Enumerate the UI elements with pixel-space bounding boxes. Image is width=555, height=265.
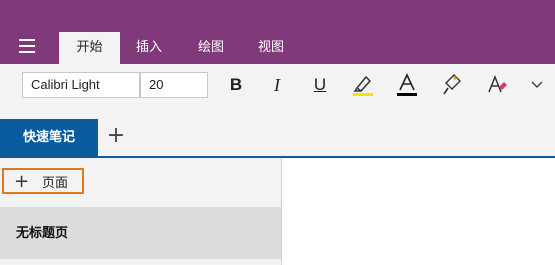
tab-view[interactable]: 视图 [246,32,296,64]
pane-divider [281,158,282,265]
format-painter-icon[interactable] [440,72,466,98]
section-tab-quick-notes[interactable]: 快速笔记 [0,119,98,156]
page-list-item[interactable]: 无标题页 [0,207,281,259]
tab-draw[interactable]: 绘图 [186,32,236,64]
underline-icon[interactable]: U [307,72,333,98]
underline-label: U [313,75,327,94]
plus-icon: + [14,170,30,192]
format-painter-glyph [443,74,461,95]
font-color-icon[interactable] [394,72,420,98]
bold-label: B [229,75,243,94]
tab-home[interactable]: 开始 [59,32,120,64]
highlighter-glyph [353,75,373,96]
highlighter-icon[interactable] [350,72,376,98]
chevron-glyph [531,81,543,89]
tab-insert[interactable]: 插入 [124,32,174,64]
italic-label: I [274,74,280,95]
bold-icon[interactable]: B [223,72,249,98]
font-color-glyph [397,73,417,96]
clear-formatting-glyph [488,74,507,93]
add-page-label: 页面 [42,175,69,191]
page-title: 无标题页 [16,226,69,241]
chevron-down-icon[interactable] [524,72,550,98]
font-name-box[interactable]: Calibri Light [22,72,140,98]
clear-formatting-icon[interactable] [484,72,510,98]
hamburger-menu-icon[interactable] [14,36,40,56]
add-page-button[interactable]: + 页面 [2,168,84,194]
add-section-button[interactable]: + [104,121,128,151]
italic-icon[interactable]: I [264,72,290,98]
font-size-box[interactable]: 20 [140,72,208,98]
